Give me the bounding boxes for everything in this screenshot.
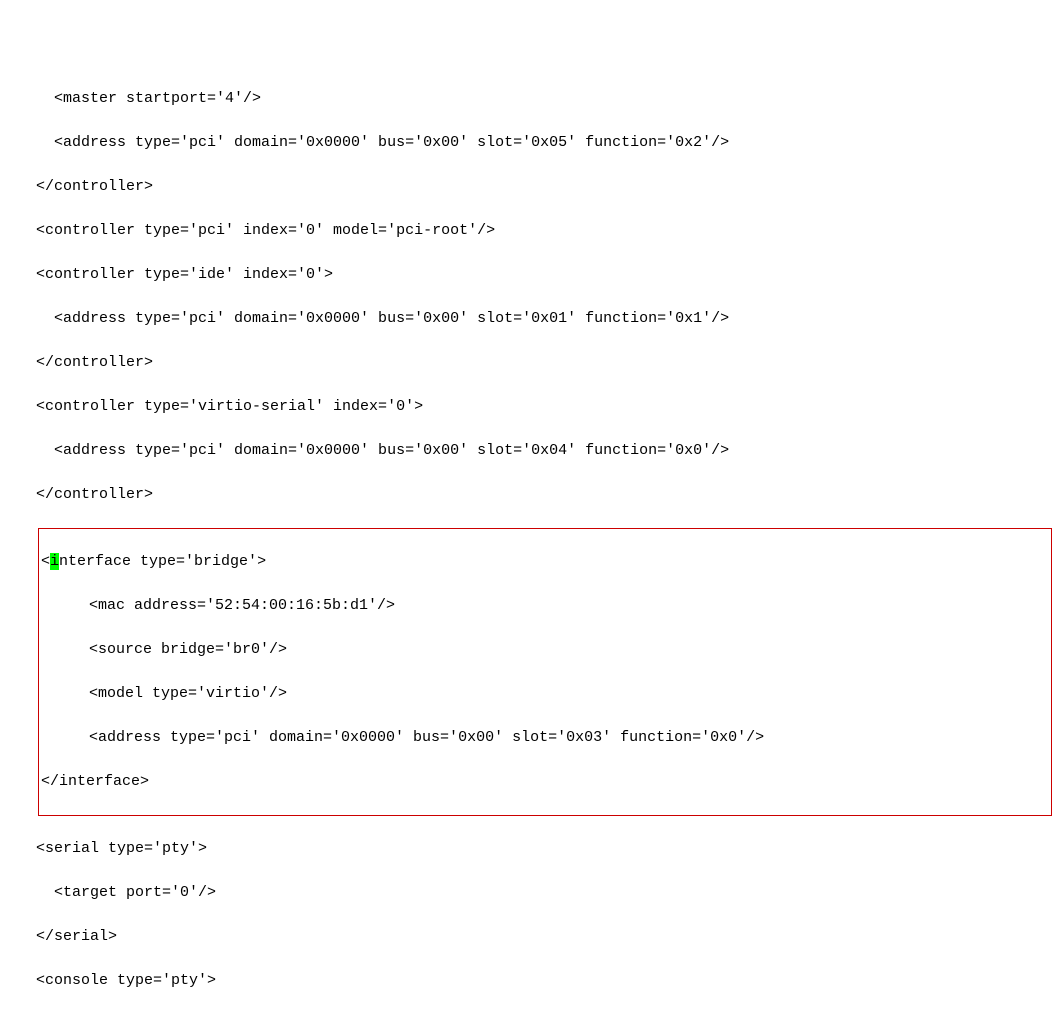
code-line[interactable]: <target port='0'/> <box>0 882 1062 904</box>
code-line[interactable]: <target type='serial' port='0'/> <box>0 1014 1062 1016</box>
code-text: nterface type='bridge'> <box>59 553 266 570</box>
code-text: <controller type='virtio-serial' index='… <box>0 398 423 415</box>
code-line[interactable]: </interface> <box>39 771 1051 793</box>
code-line[interactable]: <address type='pci' domain='0x0000' bus=… <box>0 440 1062 462</box>
code-line[interactable]: <source bridge='br0'/> <box>39 639 1051 661</box>
editor-cursor: i <box>50 553 59 570</box>
code-line[interactable]: <console type='pty'> <box>0 970 1062 992</box>
code-line[interactable]: <address type='pci' domain='0x0000' bus=… <box>0 308 1062 330</box>
code-line[interactable]: <address type='pci' domain='0x0000' bus=… <box>39 727 1051 749</box>
code-text: </serial> <box>0 928 117 945</box>
code-text: </controller> <box>0 354 153 371</box>
code-text: <address type='pci' domain='0x0000' bus=… <box>71 729 764 746</box>
code-line[interactable]: <address type='pci' domain='0x0000' bus=… <box>0 132 1062 154</box>
highlighted-block: <interface type='bridge'> <mac address='… <box>38 528 1052 816</box>
code-text: <console type='pty'> <box>0 972 216 989</box>
code-line[interactable]: </controller> <box>0 484 1062 506</box>
code-text: <address type='pci' domain='0x0000' bus=… <box>0 310 729 327</box>
code-line[interactable]: <controller type='ide' index='0'> <box>0 264 1062 286</box>
code-line[interactable]: </serial> <box>0 926 1062 948</box>
code-text: <mac address='52:54:00:16:5b:d1'/> <box>71 597 395 614</box>
code-text: <address type='pci' domain='0x0000' bus=… <box>0 134 729 151</box>
code-line[interactable]: <mac address='52:54:00:16:5b:d1'/> <box>39 595 1051 617</box>
code-text: < <box>41 553 50 570</box>
code-text: <address type='pci' domain='0x0000' bus=… <box>0 442 729 459</box>
code-text: <target port='0'/> <box>0 884 216 901</box>
code-text: <serial type='pty'> <box>0 840 207 857</box>
code-line[interactable]: <serial type='pty'> <box>0 838 1062 860</box>
code-text: <controller type='ide' index='0'> <box>0 266 333 283</box>
code-text: <source bridge='br0'/> <box>71 641 287 658</box>
code-line[interactable]: <master startport='4'/> <box>0 88 1062 110</box>
code-text: <controller type='pci' index='0' model='… <box>0 222 495 239</box>
code-text: </interface> <box>41 773 149 790</box>
code-text: </controller> <box>0 178 153 195</box>
code-text: <model type='virtio'/> <box>71 685 287 702</box>
code-text: </controller> <box>0 486 153 503</box>
code-line[interactable]: <controller type='virtio-serial' index='… <box>0 396 1062 418</box>
code-line[interactable]: </controller> <box>0 352 1062 374</box>
code-text: <master startport='4'/> <box>0 90 261 107</box>
code-line[interactable]: <interface type='bridge'> <box>39 551 1051 573</box>
code-line[interactable]: <model type='virtio'/> <box>39 683 1051 705</box>
code-line[interactable]: <controller type='pci' index='0' model='… <box>0 220 1062 242</box>
code-line[interactable]: </controller> <box>0 176 1062 198</box>
